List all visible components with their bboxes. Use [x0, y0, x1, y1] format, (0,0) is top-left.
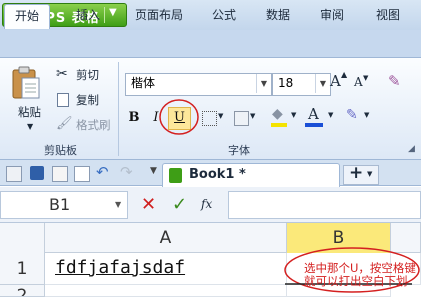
format-painter-button[interactable]: 🖌 格式刷	[56, 116, 116, 134]
cut-button[interactable]: ✂ 剪切	[56, 66, 106, 84]
copy-label: 复制	[76, 93, 99, 107]
save-icon[interactable]	[30, 166, 44, 180]
paste-icon	[12, 66, 40, 99]
merge-button[interactable]: ▼	[232, 108, 258, 128]
tab-page-layout[interactable]: 页面布局	[126, 4, 192, 28]
formula-input[interactable]	[228, 191, 421, 219]
chevron-down-icon: ▼	[27, 122, 34, 131]
font-color-button[interactable]: A ▼	[304, 105, 336, 130]
copy-icon	[57, 93, 69, 107]
copy-button[interactable]: 复制	[56, 91, 106, 109]
fill-color-swatch	[271, 123, 287, 127]
tab-data[interactable]: 数据	[258, 4, 298, 28]
grow-font-button[interactable]: A ▲	[330, 70, 350, 94]
tab-formulas[interactable]: 公式	[204, 4, 244, 28]
font-name-select[interactable]: 楷体 ▼	[125, 73, 272, 96]
cut-label: 剪切	[76, 68, 99, 82]
row-header-1[interactable]: 1	[0, 253, 45, 285]
cut-icon: ✂	[56, 66, 68, 82]
clipboard-group-label: 剪贴板	[44, 144, 77, 157]
border-button[interactable]: ▼	[200, 108, 226, 128]
ribbon: 粘贴 ▼ ✂ 剪切 复制 🖌 格式刷 剪贴板 楷体 ▼ 18 ▼ A ▲ A ▼ ✎…	[0, 58, 421, 160]
font-size-select[interactable]: 18 ▼	[272, 73, 331, 96]
name-box[interactable]: B1	[0, 191, 128, 219]
border-icon	[202, 111, 217, 126]
undo-icon[interactable]: ↶	[96, 163, 109, 181]
document-tab-title: Book1 *	[189, 167, 246, 182]
wand-icon: ✎	[346, 107, 358, 123]
tab-home[interactable]: 开始	[4, 4, 50, 29]
clear-format-button[interactable]: ✎	[388, 72, 410, 94]
column-header-a[interactable]: A	[45, 223, 287, 253]
preview-icon[interactable]	[74, 166, 90, 182]
confirm-icon[interactable]: ✓	[172, 194, 187, 215]
quick-access-dropdown[interactable]: ▼	[150, 166, 157, 176]
cell-a1-value: fdfjafajsdaf	[55, 257, 186, 278]
format-painter-icon: 🖌	[56, 116, 73, 131]
shrink-font-button[interactable]: A ▼	[354, 74, 374, 95]
chevron-down-icon[interactable]: ▼	[115, 200, 121, 209]
ribbon-tab-bar	[0, 30, 421, 58]
group-divider	[118, 62, 119, 156]
cancel-icon[interactable]: ✕	[141, 194, 156, 215]
fill-icon: ◆	[272, 106, 283, 122]
insert-function-button[interactable]: fx	[201, 197, 212, 211]
tab-insert[interactable]: 插入	[68, 4, 108, 28]
bold-button[interactable]: B	[124, 108, 144, 128]
char-style-button[interactable]: ✎ ▼	[344, 106, 374, 130]
font-size-value: 18	[278, 76, 294, 90]
redo-icon[interactable]: ↷	[120, 163, 133, 181]
font-dialog-launcher[interactable]: ◢	[408, 144, 415, 154]
tab-review[interactable]: 审阅	[312, 4, 352, 28]
font-group-label: 字体	[228, 144, 250, 157]
font-name-value: 楷体	[131, 76, 156, 90]
annotation-note: 选中那个U，按空格键就可以打出空白下划	[304, 261, 416, 288]
chevron-down-icon[interactable]: ▼	[256, 74, 271, 93]
format-painter-label: 格式刷	[76, 118, 111, 132]
open-icon[interactable]	[6, 166, 22, 182]
new-tab-icon: +	[349, 163, 364, 183]
paste-label: 粘贴	[18, 105, 41, 119]
tab-view[interactable]: 视图	[368, 4, 408, 28]
table-icon	[234, 111, 249, 126]
sheet-file-icon	[169, 168, 182, 183]
print-icon[interactable]	[52, 166, 68, 182]
fill-color-button[interactable]: ◆ ▼	[270, 106, 300, 130]
chevron-down-icon[interactable]: ▼	[315, 74, 330, 93]
grow-font-icon: A	[330, 72, 341, 90]
new-tab-button[interactable]: + ▼	[343, 163, 379, 185]
shrink-font-icon: A	[354, 75, 363, 89]
cell-a2[interactable]	[45, 285, 287, 297]
font-color-icon: A	[308, 105, 319, 123]
font-color-swatch	[305, 123, 323, 127]
row-header-2[interactable]: 2	[0, 285, 45, 297]
paste-button[interactable]: 粘贴 ▼	[6, 64, 46, 136]
document-tab[interactable]: Book1 *	[162, 163, 340, 187]
cell-a1[interactable]: fdfjafajsdaf	[45, 253, 287, 285]
annotation-circle-underline	[159, 99, 199, 135]
clear-format-icon: ✎	[388, 72, 401, 90]
chevron-down-icon[interactable]: ▼	[109, 7, 117, 18]
select-all-corner[interactable]	[0, 223, 45, 253]
